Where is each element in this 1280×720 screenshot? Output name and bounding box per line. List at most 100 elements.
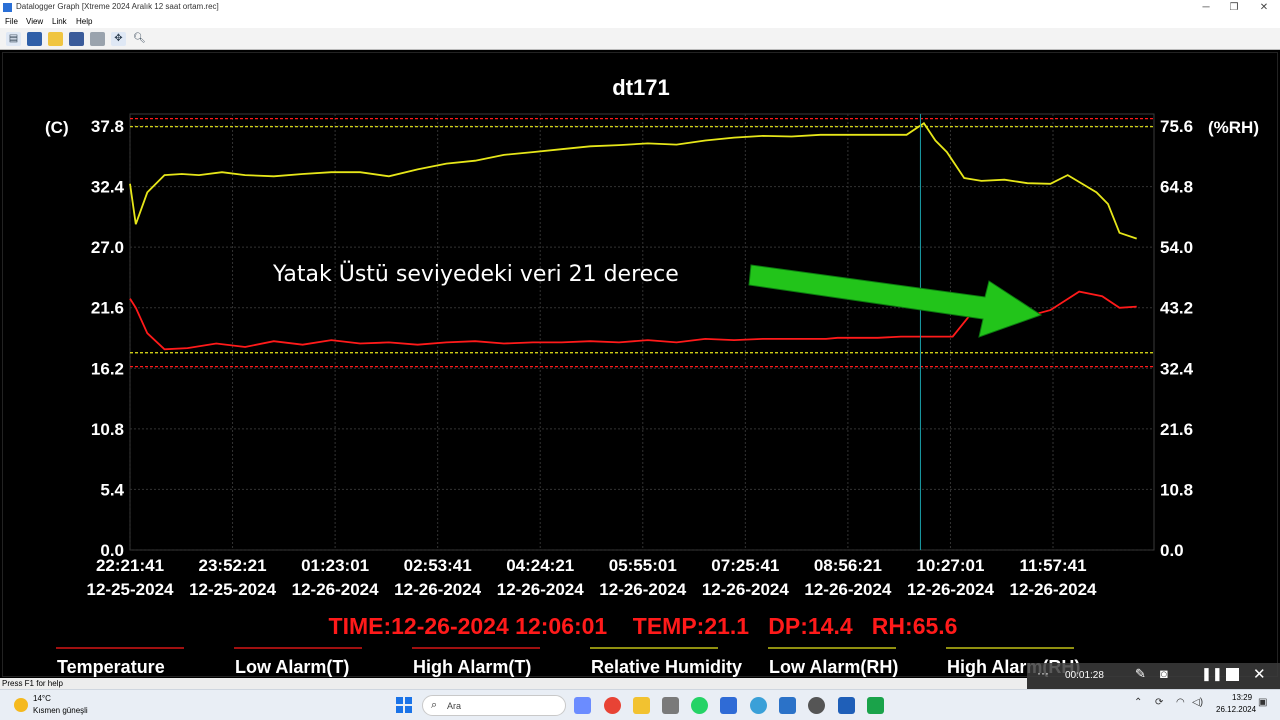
- x-tick-time: 04:24:21: [506, 556, 574, 575]
- store-icon[interactable]: [867, 697, 884, 714]
- maximize-button[interactable]: ❐: [1224, 1, 1244, 14]
- legend-label: Low Alarm(T): [235, 657, 349, 677]
- left-tick-label: 21.6: [91, 299, 124, 318]
- x-tick-date: 12-25-2024: [189, 580, 277, 599]
- chart-title: dt171: [612, 75, 669, 100]
- weather-icon[interactable]: [14, 698, 28, 712]
- cursor-readout: TIME:12-26-2024 12:06:01 TEMP:21.1 DP:14…: [329, 613, 958, 639]
- arrow-icon: [748, 264, 1043, 338]
- x-tick-date: 12-26-2024: [804, 580, 892, 599]
- graph-app-icon[interactable]: [779, 697, 796, 714]
- right-tick-label: 32.4: [1160, 359, 1194, 378]
- right-tick-label: 54.0: [1160, 238, 1193, 257]
- fit-icon[interactable]: ✥: [111, 32, 126, 46]
- x-tick-time: 01:23:01: [301, 556, 369, 575]
- x-tick-time: 22:21:41: [96, 556, 164, 575]
- volume-icon[interactable]: ◁): [1192, 697, 1203, 708]
- close-button[interactable]: ✕: [1254, 1, 1274, 14]
- close-icon[interactable]: ✕: [1253, 665, 1266, 683]
- legend-label: High Alarm(T): [413, 657, 531, 677]
- left-tick-label: 37.8: [91, 117, 124, 136]
- right-tick-label: 75.6: [1160, 117, 1193, 136]
- graph-panel[interactable]: 37.8 75.6 32.4 64.8 27.0 54.0 21.6 43.2 16.2 32.4…: [2, 52, 1278, 677]
- print-icon[interactable]: [90, 32, 105, 46]
- pause-icon[interactable]: ❚❚: [1201, 666, 1223, 682]
- right-tick-label: 43.2: [1160, 299, 1193, 318]
- window-title: Datalogger Graph [Xtreme 2024 Aralık 12 …: [16, 2, 219, 11]
- copilot-icon[interactable]: [574, 697, 591, 714]
- clock-date[interactable]: 26.12.2024: [1216, 705, 1256, 714]
- legend: Temperature Low Alarm(T) High Alarm(T) Rela…: [56, 647, 1080, 677]
- stop-icon[interactable]: [1226, 668, 1239, 681]
- chrome-icon[interactable]: [604, 697, 621, 714]
- title-bar: Datalogger Graph [Xtreme 2024 Aralık 12 …: [0, 0, 1280, 15]
- recording-overlay: ··· 00:01:28 ✎ ◙ ❚❚ ✕: [1027, 663, 1280, 689]
- open-icon[interactable]: [48, 32, 63, 46]
- legend-label: Temperature: [57, 657, 165, 677]
- axes: 37.8 75.6 32.4 64.8 27.0 54.0 21.6 43.2 16.2 32.4…: [87, 117, 1194, 599]
- chevron-up-icon[interactable]: ⌃: [1134, 697, 1142, 708]
- menu-view[interactable]: View: [26, 17, 43, 26]
- whatsapp-icon[interactable]: [691, 697, 708, 714]
- camera-icon[interactable]: ◙: [1160, 666, 1168, 681]
- record-timer: 00:01:28: [1065, 670, 1104, 681]
- pen-icon[interactable]: ✎: [1135, 666, 1146, 682]
- left-tick-label: 32.4: [91, 178, 125, 197]
- right-axis-unit: (%RH): [1208, 118, 1259, 137]
- menu-file[interactable]: File: [5, 17, 18, 26]
- left-tick-label: 27.0: [91, 238, 124, 257]
- more-icon[interactable]: ···: [1037, 666, 1049, 680]
- series-line-relative-humidity: [129, 121, 1137, 240]
- clock-time[interactable]: 13:29: [1232, 693, 1252, 702]
- usb-app-icon[interactable]: [662, 697, 679, 714]
- left-axis-unit: (C): [45, 118, 69, 137]
- x-tick-date: 12-26-2024: [497, 580, 585, 599]
- right-tick-label: 64.8: [1160, 178, 1193, 197]
- annotation-text: Yatak Üstü seviyedeki veri 21 derece: [272, 261, 679, 287]
- x-tick-time: 07:25:41: [711, 556, 779, 575]
- x-tick-date: 12-26-2024: [292, 580, 380, 599]
- browser-icon[interactable]: [750, 697, 767, 714]
- search-icon: ⌕: [431, 699, 438, 711]
- menu-link[interactable]: Link: [52, 17, 67, 26]
- save-icon[interactable]: [69, 32, 84, 46]
- graph-app2-icon[interactable]: [838, 697, 855, 714]
- minimize-button[interactable]: ─: [1196, 1, 1216, 14]
- app-icon: [3, 3, 12, 12]
- left-tick-label: 5.4: [100, 480, 124, 499]
- left-tick-label: 16.2: [91, 359, 124, 378]
- x-tick-time: 10:27:01: [916, 556, 984, 575]
- x-tick-date: 12-26-2024: [1010, 580, 1098, 599]
- right-tick-label: 10.8: [1160, 480, 1193, 499]
- sync-icon[interactable]: ⟳: [1155, 697, 1163, 708]
- right-tick-label: 0.0: [1160, 541, 1184, 560]
- x-tick-time: 02:53:41: [404, 556, 472, 575]
- taskbar-search[interactable]: ⌕ Ara: [422, 695, 566, 716]
- datalogger-app-icon[interactable]: [720, 697, 737, 714]
- search-placeholder: Ara: [447, 701, 462, 711]
- file-explorer-icon[interactable]: [633, 697, 650, 714]
- x-tick-time: 23:52:21: [199, 556, 267, 575]
- menu-help[interactable]: Help: [76, 17, 92, 26]
- weather-temp[interactable]: 14°C: [33, 694, 51, 703]
- new-icon[interactable]: ▤: [6, 32, 21, 46]
- start-button[interactable]: [396, 697, 412, 713]
- toolbar: ▤ ✥ 🔍︎: [0, 28, 1280, 50]
- notification-icon[interactable]: ▣: [1258, 697, 1267, 708]
- right-tick-label: 21.6: [1160, 420, 1193, 439]
- menu-bar: File View Link Help: [0, 15, 1280, 28]
- wifi-icon[interactable]: ◠: [1176, 697, 1185, 708]
- x-tick-date: 12-26-2024: [702, 580, 790, 599]
- x-tick-date: 12-25-2024: [87, 580, 175, 599]
- status-bar: Press F1 for help: [0, 678, 1027, 689]
- x-tick-time: 11:57:41: [1019, 556, 1086, 575]
- x-tick-date: 12-26-2024: [394, 580, 482, 599]
- weather-desc[interactable]: Kısmen güneşli: [33, 706, 88, 715]
- x-tick-date: 12-26-2024: [599, 580, 687, 599]
- chart-canvas[interactable]: 37.8 75.6 32.4 64.8 27.0 54.0 21.6 43.2 16.2 32.4…: [3, 53, 1279, 678]
- left-tick-label: 10.8: [91, 420, 124, 439]
- taskbar: 14°C Kısmen güneşli ⌕ Ara ⌃ ⟳ ◠ ◁) 13:29…: [0, 689, 1280, 720]
- screen-icon[interactable]: [27, 32, 42, 46]
- settings-icon[interactable]: [808, 697, 825, 714]
- zoom-icon[interactable]: 🔍︎: [132, 32, 147, 46]
